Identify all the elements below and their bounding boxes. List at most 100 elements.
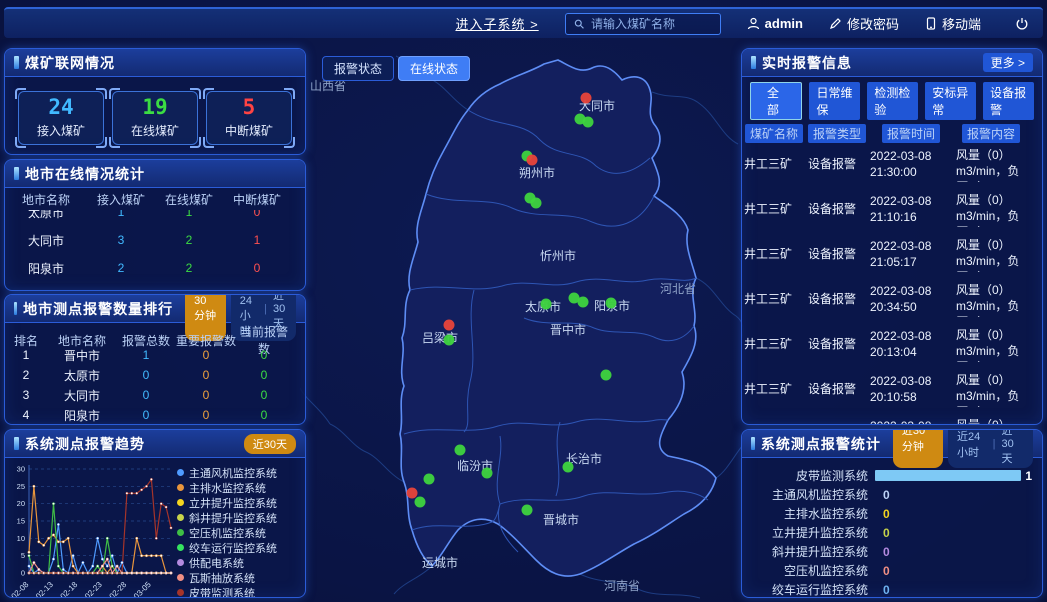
- table-row[interactable]: 3大同市000: [5, 385, 305, 405]
- mine-dot-green[interactable]: [531, 198, 542, 209]
- legend-item[interactable]: 瓦斯抽放系统: [177, 570, 301, 585]
- x-tick-label: 02-13: [34, 580, 55, 598]
- cell: 2: [87, 261, 155, 275]
- bar-row[interactable]: 主通风机监控系统0: [746, 485, 1032, 504]
- mine-dot-red[interactable]: [527, 155, 538, 166]
- user-menu[interactable]: admin: [747, 16, 803, 31]
- more-button[interactable]: 更多 >: [983, 53, 1033, 72]
- bar-row[interactable]: 主排水监控系统0: [746, 504, 1032, 523]
- power-button[interactable]: [1015, 17, 1029, 31]
- alarm-row[interactable]: 井工三矿设备报警2022-03-08 21:30:00风量（0）m3/min，负…: [742, 143, 1042, 188]
- trend-filter-30d[interactable]: 近30天: [244, 434, 296, 454]
- mine-dot-green[interactable]: [563, 462, 574, 473]
- data-point: [38, 572, 40, 574]
- mine-dot-green[interactable]: [415, 497, 426, 508]
- alarm-content: 风量（0）m3/min，负压（…: [954, 418, 1028, 425]
- alarm-row[interactable]: 井工三矿设备报警2022-03-08 21:05:17风量（0）m3/min，负…: [742, 233, 1042, 278]
- table-row[interactable]: 1晋中市100: [5, 345, 305, 365]
- alarm-time: 2022-03-08 20:34:50: [868, 284, 954, 316]
- legend-item[interactable]: 主排水监控系统: [177, 480, 301, 495]
- alarm-row[interactable]: 井工三矿设备报警2022-03-08 20:02:37风量（0）m3/min，负…: [742, 413, 1042, 425]
- map-toggle-报警状态[interactable]: 报警状态: [322, 56, 394, 81]
- tab-全部[interactable]: 全部: [750, 82, 802, 120]
- tab-设备报警[interactable]: 设备报警: [983, 82, 1034, 120]
- table-row[interactable]: 大同市321: [5, 226, 305, 254]
- data-point: [72, 572, 74, 574]
- cell: 0: [237, 408, 291, 422]
- legend-label: 供配电系统: [189, 555, 244, 571]
- tab-安标异常[interactable]: 安标异常: [925, 82, 976, 120]
- mine-dot-green[interactable]: [601, 370, 612, 381]
- alarm-row[interactable]: 井工三矿设备报警2022-03-08 20:34:50风量（0）m3/min，负…: [742, 278, 1042, 323]
- cell: 晋中市: [47, 347, 117, 364]
- table-row[interactable]: 阳泉市220: [5, 254, 305, 282]
- mine-dot-green[interactable]: [578, 297, 589, 308]
- bar-label: 绞车运行监控系统: [746, 581, 875, 598]
- tab-日常维保[interactable]: 日常维保: [809, 82, 860, 120]
- table-row[interactable]: 太原市110: [5, 210, 305, 226]
- table-row[interactable]: 4阳泉市000: [5, 405, 305, 425]
- alarm-row[interactable]: 井工三矿设备报警2022-03-08 20:10:58风量（0）m3/min，负…: [742, 368, 1042, 413]
- mine-dot-green[interactable]: [482, 468, 493, 479]
- tab-检测检验[interactable]: 检测检验: [867, 82, 918, 120]
- map-toggle-在线状态[interactable]: 在线状态: [398, 56, 470, 81]
- table-row[interactable]: 2太原市000: [5, 365, 305, 385]
- mine-dot-green[interactable]: [455, 445, 466, 456]
- mine-dot-green[interactable]: [583, 117, 594, 128]
- filter-group[interactable]: 近24小时|近30天: [948, 429, 1033, 468]
- mobile-button[interactable]: 移动端: [925, 14, 981, 33]
- mine-dot-green[interactable]: [606, 298, 617, 309]
- alarm-row[interactable]: 井工三矿设备报警2022-03-08 21:10:16风量（0）m3/min，负…: [742, 188, 1042, 233]
- legend-item[interactable]: 主通风机监控系统: [177, 465, 301, 480]
- data-point: [126, 572, 128, 574]
- bar-row[interactable]: 空压机监控系统0: [746, 561, 1032, 580]
- legend-item[interactable]: 供配电系统: [177, 555, 301, 570]
- data-point: [140, 572, 142, 574]
- bar-row[interactable]: 绞车运行监控系统0: [746, 580, 1032, 598]
- legend-item[interactable]: 皮带监测系统: [177, 585, 301, 598]
- search-input[interactable]: [589, 16, 712, 32]
- alarm-tabs: 全部日常维保检测检验安标异常设备报警: [742, 77, 1042, 124]
- mine-dot-green[interactable]: [522, 505, 533, 516]
- enter-subsystem-link[interactable]: 进入子系统 >: [455, 14, 538, 33]
- mine-dot-red[interactable]: [581, 93, 592, 104]
- cell: 大同市: [47, 387, 117, 404]
- legend-item[interactable]: 斜井提升监控系统: [177, 510, 301, 525]
- mine-dot-green[interactable]: [541, 299, 552, 310]
- filter-近30分钟[interactable]: 近30分钟: [893, 429, 943, 468]
- stat-label: 在线煤矿: [131, 122, 179, 139]
- data-point: [170, 527, 172, 529]
- data-point: [82, 561, 84, 563]
- legend-item[interactable]: 空压机监控系统: [177, 525, 301, 540]
- data-point: [43, 544, 45, 546]
- corner-accent: [203, 88, 214, 99]
- alarm-mine: 井工三矿: [742, 382, 806, 398]
- filter-近30天[interactable]: 近30天: [1002, 429, 1024, 466]
- y-tick-label: 0: [21, 569, 25, 578]
- cell: 太原市: [47, 367, 117, 384]
- cell: 0: [117, 368, 175, 382]
- data-point: [67, 537, 69, 539]
- mine-dot-green[interactable]: [424, 474, 435, 485]
- mine-dot-green[interactable]: [444, 335, 455, 346]
- cell: 2: [5, 368, 47, 382]
- change-password-button[interactable]: 修改密码: [829, 14, 899, 33]
- filter-近24小时[interactable]: 近24小时: [957, 429, 987, 460]
- mine-dot-red[interactable]: [407, 488, 418, 499]
- mine-dot-red[interactable]: [444, 320, 455, 331]
- data-point: [87, 572, 89, 574]
- data-point: [150, 572, 152, 574]
- cell: 0: [117, 388, 175, 402]
- bar-row[interactable]: 立井提升监控系统0: [746, 523, 1032, 542]
- table-row[interactable]: 长治市220: [5, 282, 305, 291]
- data-point: [165, 572, 167, 574]
- bar-row[interactable]: 皮带监测系统1: [746, 466, 1032, 485]
- data-point: [33, 561, 35, 563]
- legend-item[interactable]: 立井提升监控系统: [177, 495, 301, 510]
- cell: 2: [155, 233, 223, 247]
- alarm-row[interactable]: 井工三矿设备报警2022-03-08 20:13:04风量（0）m3/min，负…: [742, 323, 1042, 368]
- legend-dot-icon: [177, 529, 184, 536]
- bar-row[interactable]: 斜井提升监控系统0: [746, 542, 1032, 561]
- legend-item[interactable]: 绞车运行监控系统: [177, 540, 301, 555]
- mine-search-box[interactable]: [565, 13, 721, 35]
